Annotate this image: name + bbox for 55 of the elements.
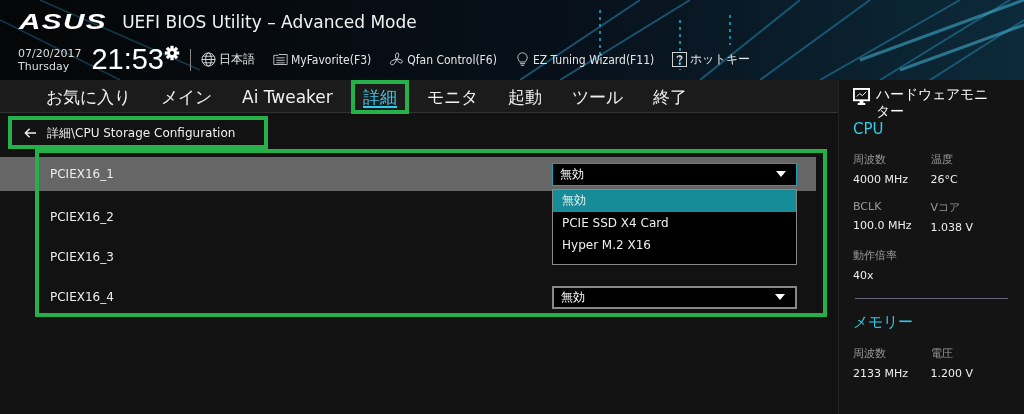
date-text: 07/20/2017: [18, 46, 82, 60]
toolbar-button[interactable]: 日本語: [201, 51, 255, 68]
menu-tab[interactable]: 詳細: [350, 80, 409, 114]
setting-label: PCIEX16_2: [50, 210, 114, 224]
back-link[interactable]: 詳細\CPU Storage Configuration: [24, 124, 236, 142]
metric-label: 周波数: [853, 152, 887, 167]
settings-icon[interactable]: [164, 45, 180, 61]
toolbar-button[interactable]: ホットキー: [672, 51, 751, 68]
menu-tab[interactable]: ツール: [559, 80, 635, 114]
toolbar-button[interactable]: Qfan Control(F6): [389, 52, 497, 67]
dropdown-option[interactable]: 無効: [553, 189, 796, 212]
dropdown-select[interactable]: 無効: [552, 285, 797, 309]
menu-tab[interactable]: 起動: [495, 80, 554, 114]
metric-value: 4000 MHz: [853, 173, 910, 186]
dropdown-option[interactable]: Hyper M.2 X16: [553, 233, 796, 256]
menu-tab[interactable]: モニタ: [414, 80, 490, 114]
metric-label: BCLK: [853, 200, 883, 213]
clock-time: 21:53: [91, 43, 164, 76]
section-heading: CPU: [853, 120, 885, 138]
monitor-icon: [853, 88, 870, 105]
section-heading: メモリー: [853, 313, 914, 332]
menu-tab[interactable]: 終了: [640, 80, 699, 114]
setting-label: PCIEX16_3: [50, 250, 114, 264]
help-icon: [672, 52, 688, 67]
setting-label: PCIEX16_4: [50, 290, 114, 304]
menu-tab[interactable]: お気に入り: [34, 80, 143, 114]
caret-icon: [775, 294, 785, 300]
toolbar-button[interactable]: MyFavorite(F3): [273, 52, 372, 67]
fan-icon: [389, 52, 405, 67]
metric-value: 40x: [853, 269, 875, 282]
menu-tab[interactable]: Ai Tweaker: [230, 80, 345, 114]
day-text: Thursday: [18, 59, 71, 73]
back-arrow-icon: [24, 127, 37, 139]
metric-label: 温度: [930, 152, 954, 167]
lightbulb-icon: [514, 52, 530, 67]
metric-label: 電圧: [930, 346, 954, 361]
metric-label: 周波数: [853, 346, 887, 361]
panel-title: ハードウェアモニター: [875, 86, 989, 120]
window-title: UEFI BIOS Utility – Advanced Mode: [122, 12, 417, 32]
toolbar-button[interactable]: EZ Tuning Wizard(F11): [514, 52, 655, 67]
metric-value: 100.0 MHz: [853, 219, 913, 232]
metric-value: 26°C: [930, 173, 959, 186]
setting-label: PCIEX16_1: [50, 167, 114, 181]
brand-logo: ASUS: [19, 9, 107, 35]
metric-label: Vコア: [930, 200, 962, 215]
metric-value: 1.200 V: [930, 367, 974, 380]
dropdown-select[interactable]: 無効: [552, 162, 797, 186]
dropdown-option[interactable]: PCIE SSD X4 Card: [553, 211, 796, 234]
metric-label: 動作倍率: [853, 248, 898, 263]
caret-icon: [776, 171, 786, 177]
menu-tab[interactable]: メイン: [149, 80, 224, 114]
metric-value: 2133 MHz: [853, 367, 910, 380]
globe-icon: [201, 52, 216, 67]
list-icon: [273, 52, 288, 67]
metric-value: 1.038 V: [930, 221, 974, 234]
